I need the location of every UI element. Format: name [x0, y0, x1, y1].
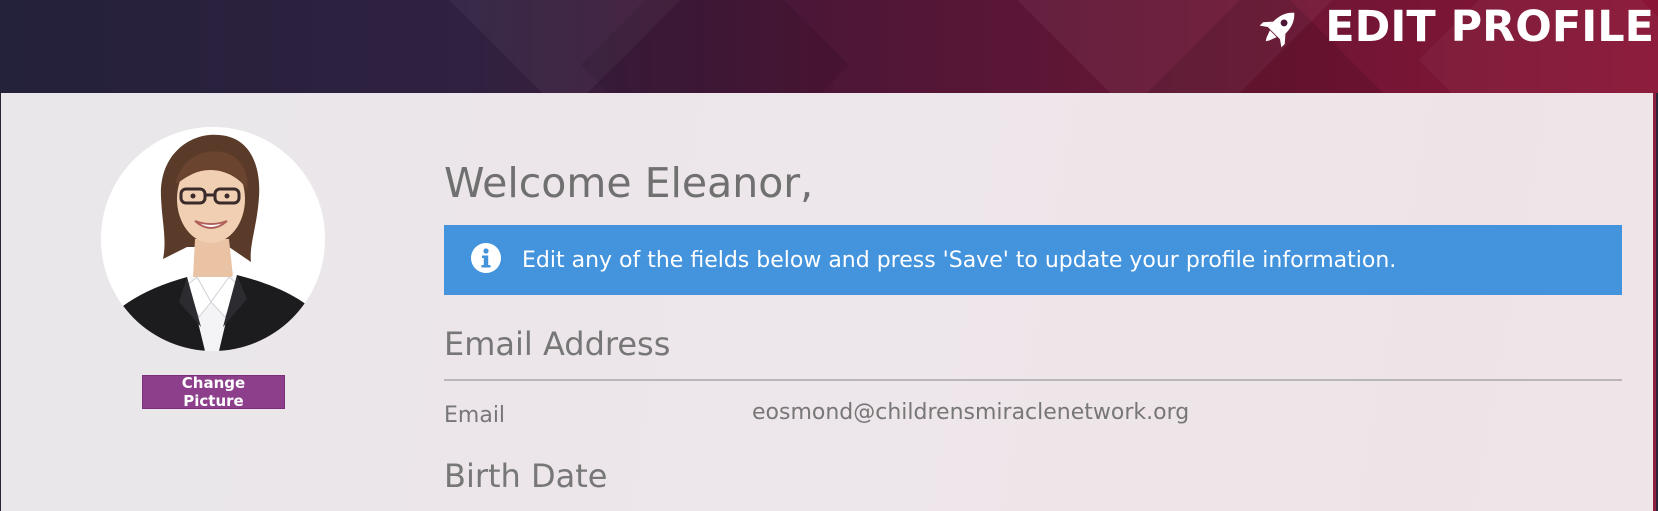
avatar-portrait — [101, 127, 325, 351]
page-header: EDIT PROFILE — [0, 0, 1658, 93]
email-value[interactable]: eosmond@childrensmiraclenetwork.org — [752, 400, 1189, 425]
page: EDIT PROFILE Change Picture Welcome Elea… — [0, 0, 1658, 511]
profile-panel: Change Picture Welcome Eleanor, Edit any… — [1, 93, 1656, 511]
rocket-icon — [1257, 4, 1303, 50]
info-banner: Edit any of the fields below and press '… — [444, 225, 1622, 295]
change-picture-button[interactable]: Change Picture — [142, 374, 285, 410]
header-title-group: EDIT PROFILE — [1257, 0, 1654, 54]
email-label: Email — [444, 403, 506, 428]
profile-avatar — [101, 127, 325, 351]
section-divider — [444, 379, 1622, 381]
welcome-heading: Welcome Eleanor, — [444, 159, 814, 207]
info-message: Edit any of the fields below and press '… — [522, 247, 1397, 273]
email-section-heading: Email Address — [444, 325, 671, 363]
info-icon — [444, 242, 502, 278]
birth-date-section-heading: Birth Date — [444, 457, 608, 495]
page-title: EDIT PROFILE — [1325, 2, 1654, 52]
